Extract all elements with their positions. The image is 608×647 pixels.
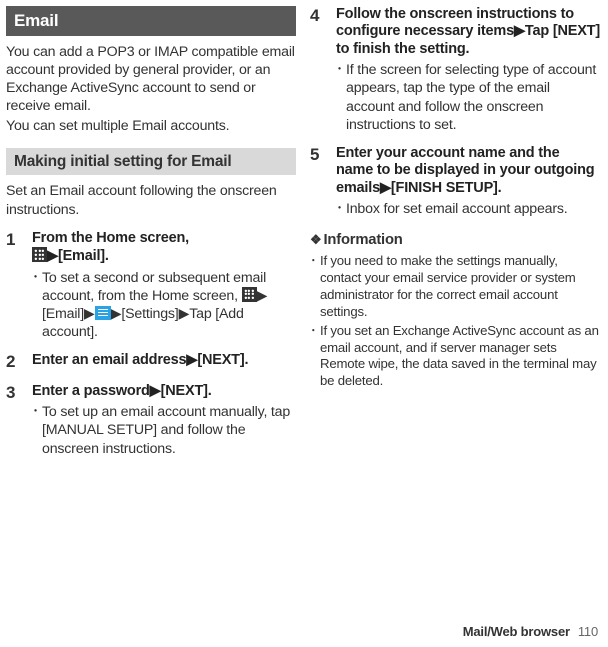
bullet-text: If the screen for selecting type of acco… <box>346 61 600 134</box>
section-header-initial: Making initial setting for Email <box>6 148 296 176</box>
step-1: 1 From the Home screen, ▶[Email]. ･ To s… <box>6 230 296 341</box>
bullet-dot: ･ <box>310 253 320 321</box>
apps-icon <box>242 287 257 302</box>
info-text: If you need to make the settings manuall… <box>320 253 600 321</box>
step-2: 2 Enter an email address▶[NEXT]. <box>6 352 296 372</box>
info-bullet: ･ If you need to make the settings manua… <box>310 253 600 321</box>
triangle-icon: ▶ <box>150 383 161 400</box>
step-title-post: [NEXT]. <box>197 352 248 368</box>
intro-text-2: You can set multiple Email accounts. <box>6 117 296 135</box>
bullet-dot: ･ <box>32 403 42 458</box>
step-body: Enter your account name and the name to … <box>336 145 600 218</box>
apps-icon <box>32 247 47 262</box>
bullet-text: Inbox for set email account appears. <box>346 200 600 218</box>
step-5: 5 Enter your account name and the name t… <box>310 145 600 218</box>
bullet-dot: ･ <box>336 200 346 218</box>
bullet-pre: To set a second or subsequent email acco… <box>42 270 266 304</box>
step-number: 3 <box>6 383 24 458</box>
bullet-dot: ･ <box>336 61 346 134</box>
step-number: 4 <box>310 6 328 134</box>
info-header: ❖Information <box>310 231 600 250</box>
right-column: 4 Follow the onscreen instructions to co… <box>310 6 600 458</box>
step-title: Follow the onscreen instructions to conf… <box>336 6 600 58</box>
subintro-text: Set an Email account following the onscr… <box>6 182 296 218</box>
step-bullet: ･ To set a second or subsequent email ac… <box>32 269 296 342</box>
step-number: 1 <box>6 230 24 341</box>
step-number: 2 <box>6 352 24 372</box>
bullet-mid1: [Email] <box>42 306 84 322</box>
triangle-icon: ▶ <box>84 305 95 323</box>
step-title-post: [FINISH SETUP]. <box>391 180 502 196</box>
step-title-post: [NEXT]. <box>161 383 212 399</box>
step-title: From the Home screen, ▶[Email]. <box>32 230 296 266</box>
info-header-text: Information <box>323 232 402 248</box>
step-title-pre: From the Home screen, <box>32 230 189 246</box>
step-body: Enter an email address▶[NEXT]. <box>32 352 296 372</box>
triangle-icon: ▶ <box>111 305 122 323</box>
step-3: 3 Enter a password▶[NEXT]. ･ To set up a… <box>6 383 296 458</box>
step-title-pre: Enter an email address <box>32 352 186 368</box>
page-footer: Mail/Web browser 110 <box>463 624 598 641</box>
step-4: 4 Follow the onscreen instructions to co… <box>310 6 600 134</box>
bullet-mid2: [Settings] <box>121 306 178 322</box>
info-lead-symbol: ❖ <box>310 232 321 247</box>
triangle-icon: ▶ <box>179 305 190 323</box>
triangle-icon: ▶ <box>380 180 391 197</box>
triangle-icon: ▶ <box>47 248 58 265</box>
step-bullet: ･ If the screen for selecting type of ac… <box>336 61 600 134</box>
step-title: Enter a password▶[NEXT]. <box>32 383 296 400</box>
step-title-pre: Enter a password <box>32 383 150 399</box>
footer-page-number: 110 <box>578 624 598 641</box>
bullet-text: To set up an email account manually, tap… <box>42 403 296 458</box>
step-number: 5 <box>310 145 328 218</box>
section-header-email: Email <box>6 6 296 36</box>
bullet-text: To set a second or subsequent email acco… <box>42 269 296 342</box>
triangle-icon: ▶ <box>257 287 268 305</box>
step-title-post: [Email]. <box>58 248 109 264</box>
triangle-icon: ▶ <box>514 23 525 40</box>
triangle-icon: ▶ <box>186 352 197 369</box>
info-bullet: ･ If you set an Exchange ActiveSync acco… <box>310 323 600 391</box>
step-body: From the Home screen, ▶[Email]. ･ To set… <box>32 230 296 341</box>
manual-page: Email You can add a POP3 or IMAP compati… <box>0 0 608 458</box>
step-body: Follow the onscreen instructions to conf… <box>336 6 600 134</box>
intro-text-1: You can add a POP3 or IMAP compatible em… <box>6 43 296 116</box>
step-bullet: ･ To set up an email account manually, t… <box>32 403 296 458</box>
bullet-dot: ･ <box>32 269 42 342</box>
step-body: Enter a password▶[NEXT]. ･ To set up an … <box>32 383 296 458</box>
bullet-dot: ･ <box>310 323 320 391</box>
footer-section-label: Mail/Web browser <box>463 624 570 641</box>
info-text: If you set an Exchange ActiveSync accoun… <box>320 323 600 391</box>
step-bullet: ･ Inbox for set email account appears. <box>336 200 600 218</box>
left-column: Email You can add a POP3 or IMAP compati… <box>6 6 296 458</box>
step-title: Enter your account name and the name to … <box>336 145 600 197</box>
menu-icon <box>95 306 111 320</box>
step-title: Enter an email address▶[NEXT]. <box>32 352 296 369</box>
